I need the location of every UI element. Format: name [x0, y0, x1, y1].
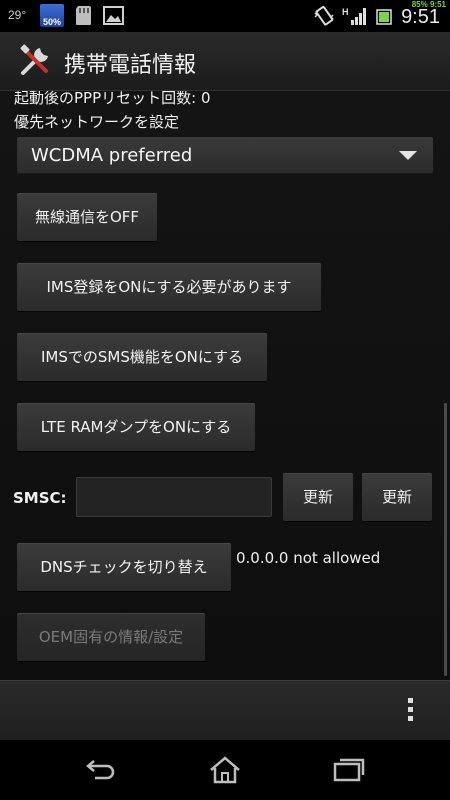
svg-text:H: H — [342, 7, 349, 17]
home-icon[interactable] — [207, 754, 243, 786]
back-icon[interactable] — [83, 754, 119, 786]
bottom-menu-bar — [0, 680, 450, 740]
smsc-input[interactable] — [76, 477, 272, 517]
radio-off-button[interactable]: 無線通信をOFF — [17, 193, 157, 241]
smsc-update-button-2[interactable]: 更新 — [362, 473, 432, 521]
temperature-text: 29° — [8, 8, 27, 22]
phone-info-content[interactable]: 起動後のPPPリセット回数: 0 優先ネットワークを設定 WCDMA prefe… — [0, 91, 450, 680]
preferred-network-spinner[interactable]: WCDMA preferred — [17, 137, 433, 173]
screen: 29° 50% H 85% 9:51 9:51 携帯電話情報 起動後のPPPリセ… — [0, 0, 450, 800]
scrollbar[interactable] — [444, 403, 447, 676]
ims-sms-button[interactable]: IMSでのSMS機能をONにする — [17, 333, 267, 381]
ppp-reset-count: 起動後のPPPリセット回数: 0 — [14, 91, 211, 107]
battery-widget-label: 50% — [42, 17, 61, 27]
dropdown-arrow-icon — [399, 151, 417, 160]
image-icon — [103, 6, 124, 25]
navigation-bar — [0, 740, 450, 800]
sd-card-icon — [76, 6, 91, 25]
spinner-selected-value: WCDMA preferred — [31, 145, 193, 166]
ims-register-button[interactable]: IMS登録をONにする必要があります — [17, 263, 321, 311]
status-bar: 29° 50% H 85% 9:51 9:51 — [0, 0, 450, 32]
dns-check-toggle-button[interactable]: DNSチェックを切り替え — [17, 543, 231, 591]
recent-apps-icon[interactable] — [331, 754, 367, 786]
oem-info-button: OEM固有の情報/設定 — [17, 613, 205, 661]
smsc-label: SMSC: — [13, 489, 67, 507]
smsc-update-button-1[interactable]: 更新 — [283, 473, 353, 521]
page-title: 携帯電話情報 — [64, 53, 197, 78]
tools-icon — [20, 44, 48, 75]
preferred-network-label: 優先ネットワークを設定 — [14, 113, 180, 131]
battery-widget-icon: 50% — [40, 4, 64, 27]
signal-strength-icon: H — [342, 7, 366, 25]
clock-text: 9:51 — [401, 6, 440, 28]
overflow-menu-icon[interactable] — [400, 695, 420, 725]
battery-icon — [376, 9, 392, 25]
action-bar: 携帯電話情報 — [0, 32, 450, 91]
dns-status-text: 0.0.0.0 not allowed — [236, 549, 381, 567]
lte-ram-dump-button[interactable]: LTE RAMダンプをONにする — [17, 403, 255, 451]
vibrate-icon — [314, 5, 334, 26]
